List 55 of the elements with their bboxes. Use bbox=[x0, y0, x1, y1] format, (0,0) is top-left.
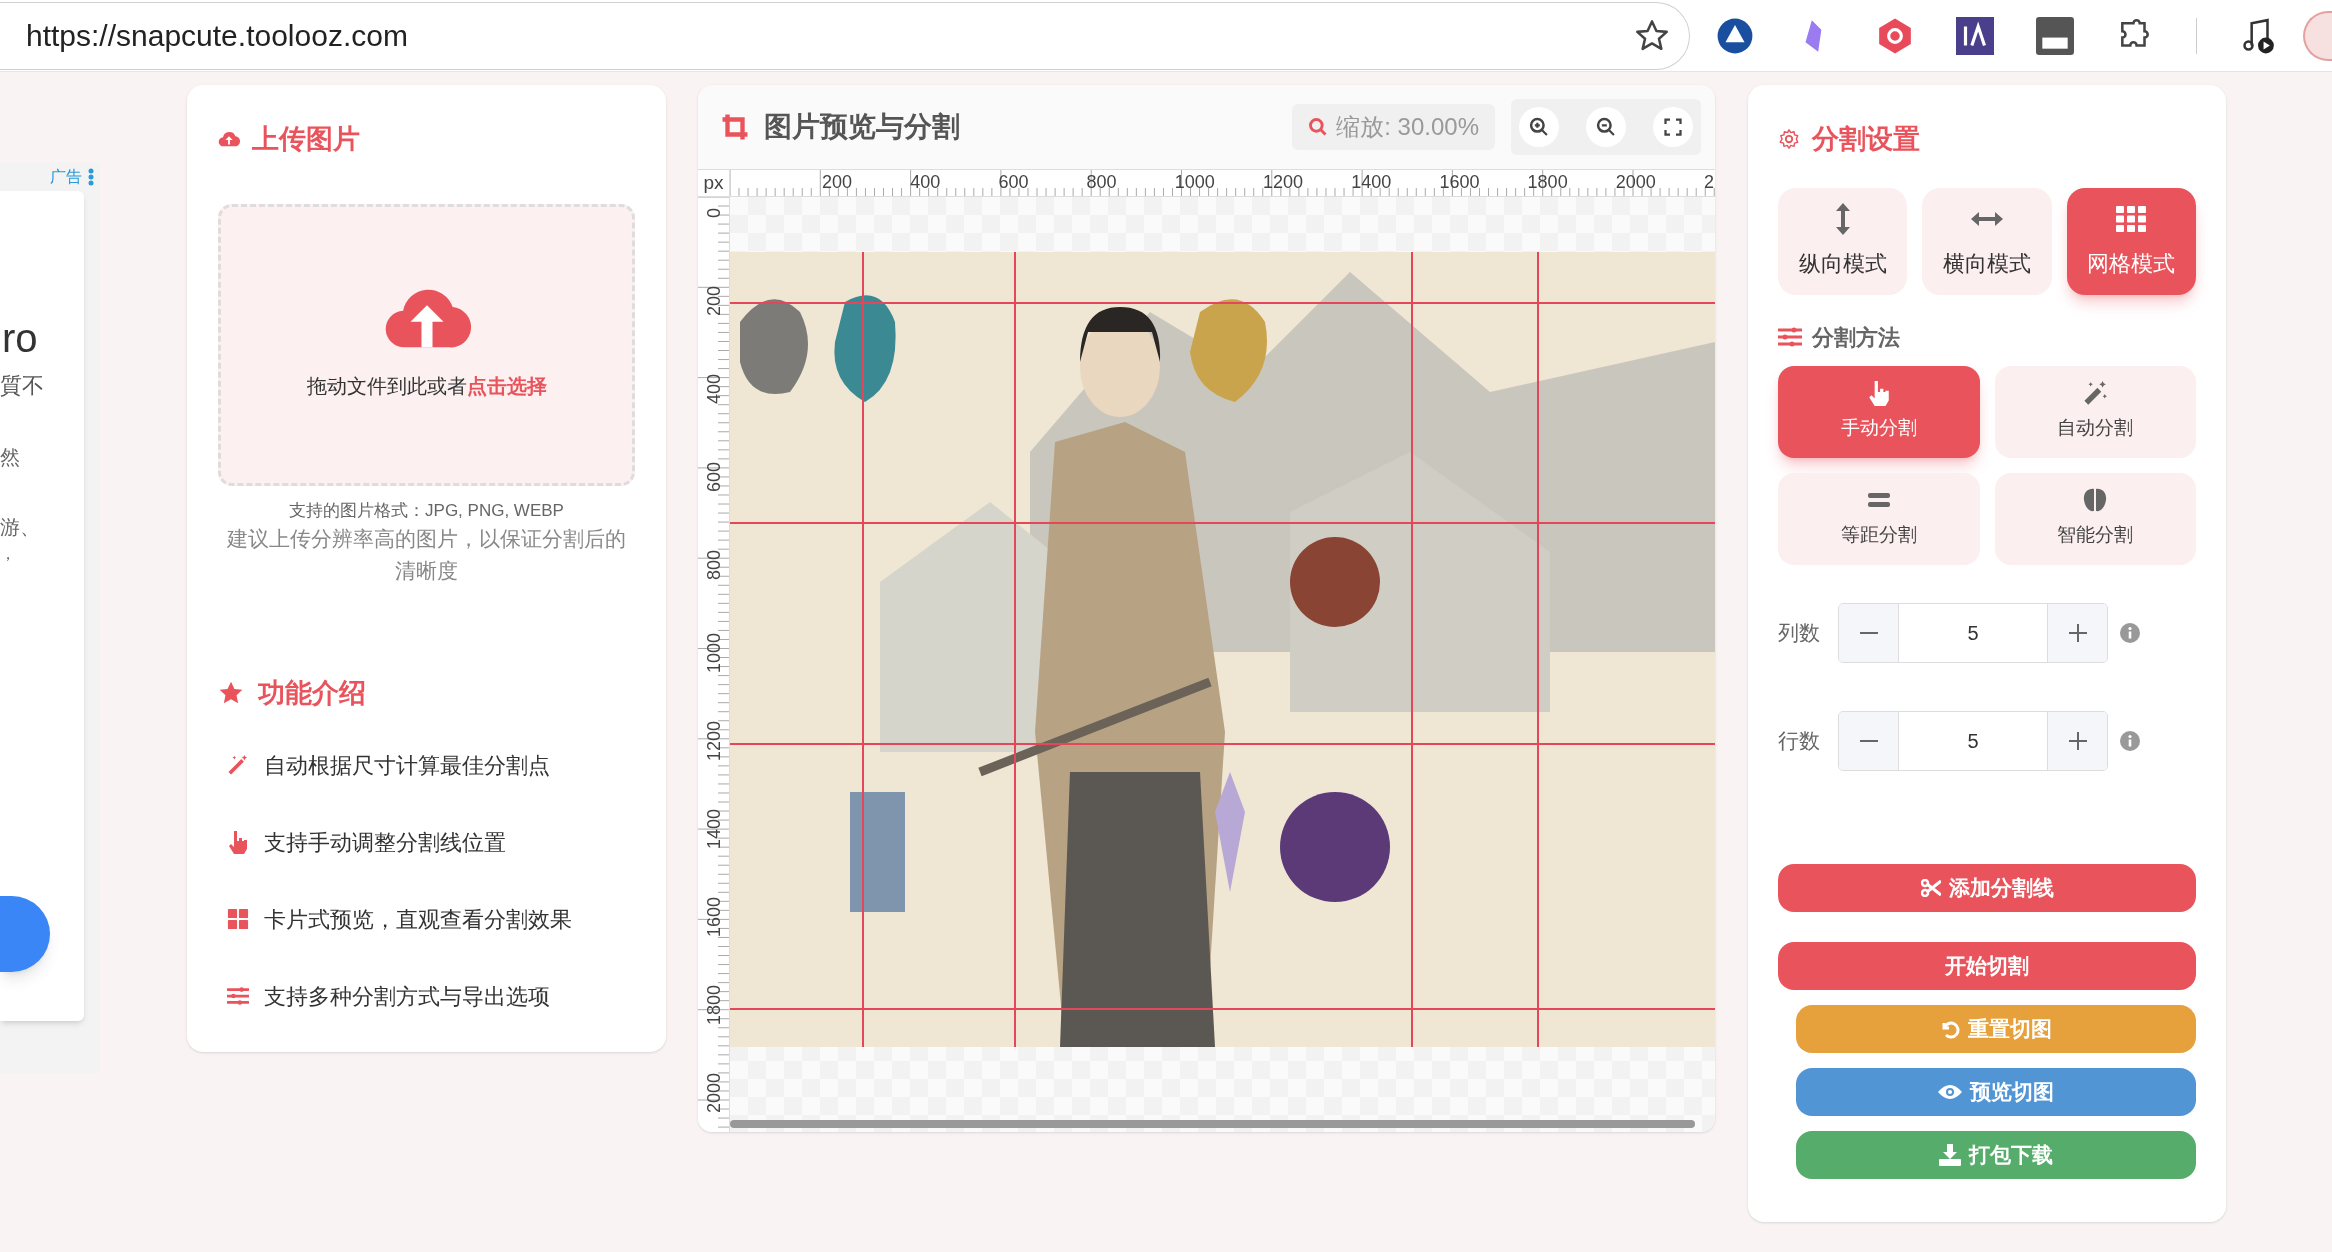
action-button[interactable]: 开始切割 bbox=[1778, 941, 2196, 990]
zoom-level: 缩放: 30.00% bbox=[1336, 112, 1479, 142]
ruler-label: 1200 bbox=[1263, 171, 1304, 193]
ruler-label: 600 bbox=[703, 461, 725, 495]
ruler-label: 1000 bbox=[703, 632, 725, 676]
ruler-label: 0 bbox=[703, 207, 725, 220]
ruler-label: 800 bbox=[703, 549, 725, 583]
feature-text: 卡片式预览，直观查看分割效果 bbox=[264, 905, 572, 934]
ruler-label: 2 bbox=[1704, 171, 1714, 193]
ruler-label: 200 bbox=[822, 171, 853, 193]
ad-text: 然 bbox=[0, 445, 21, 470]
ruler-label: 1200 bbox=[703, 720, 725, 764]
ruler-label: 1800 bbox=[703, 984, 725, 1028]
section-title: 功能介绍 bbox=[258, 677, 366, 710]
method-button[interactable]: 手动分割 bbox=[1778, 365, 1980, 458]
ruler-label: 1600 bbox=[1439, 171, 1480, 193]
section-title: 上传图片 bbox=[252, 123, 360, 156]
action-button[interactable]: 添加分割线 bbox=[1778, 863, 2196, 912]
ruler-label: 1600 bbox=[703, 896, 725, 940]
feature-text: 支持手动调整分割线位置 bbox=[264, 828, 506, 857]
mode-button[interactable]: 横向模式 bbox=[1922, 187, 2052, 295]
ad-text: ， bbox=[0, 544, 17, 564]
format-note: 支持的图片格式：JPG, PNG, WEBP bbox=[288, 499, 565, 522]
ruler-label: 1400 bbox=[1351, 171, 1392, 193]
feature-text: 自动根据尺寸计算最佳分割点 bbox=[264, 751, 550, 780]
mode-button[interactable]: 网格模式 bbox=[2066, 187, 2196, 295]
mode-button[interactable]: 纵向模式 bbox=[1778, 187, 1908, 295]
ruler-label: 1000 bbox=[1174, 171, 1215, 193]
ad-label: 广告 bbox=[50, 167, 82, 187]
method-button[interactable]: 自动分割 bbox=[1994, 365, 2196, 458]
url-text: https://snapcute.toolooz.com bbox=[26, 18, 409, 54]
drop-zone[interactable]: 拖动文件到此或者点击选择 bbox=[218, 203, 635, 486]
ad-text: 游、 bbox=[0, 515, 41, 540]
ruler-label: 800 bbox=[1086, 171, 1117, 193]
ruler-label: 600 bbox=[998, 171, 1029, 193]
resolution-hint: 建议上传分辨率高的图片，以保证分割后的清晰度 bbox=[226, 526, 627, 584]
ruler-label: 2000 bbox=[703, 1072, 725, 1116]
method-button[interactable]: 等距分割 bbox=[1778, 472, 1980, 565]
ruler-label: 200 bbox=[703, 285, 725, 319]
method-button[interactable]: 智能分割 bbox=[1994, 472, 2196, 565]
ruler-label: 400 bbox=[703, 373, 725, 407]
feature-text: 支持多种分割方式与导出选项 bbox=[264, 982, 550, 1011]
ruler-label: 400 bbox=[910, 171, 941, 193]
ruler-unit: px bbox=[703, 170, 724, 195]
section-title: 分割设置 bbox=[1812, 123, 1920, 156]
field-label: 行数 bbox=[1778, 727, 1821, 754]
ad-text: ro bbox=[2, 315, 39, 362]
ruler-label: 1800 bbox=[1527, 171, 1568, 193]
ad-text: 質不 bbox=[0, 372, 45, 400]
drop-instruction: 拖动文件到此或者点击选择 bbox=[306, 373, 547, 399]
field-label: 列数 bbox=[1778, 619, 1821, 646]
section-title: 分割方法 bbox=[1812, 323, 1900, 352]
ruler-label: 1400 bbox=[703, 808, 725, 852]
panel-title: 图片预览与分割 bbox=[764, 110, 960, 144]
ruler-label: 2000 bbox=[1615, 171, 1656, 193]
